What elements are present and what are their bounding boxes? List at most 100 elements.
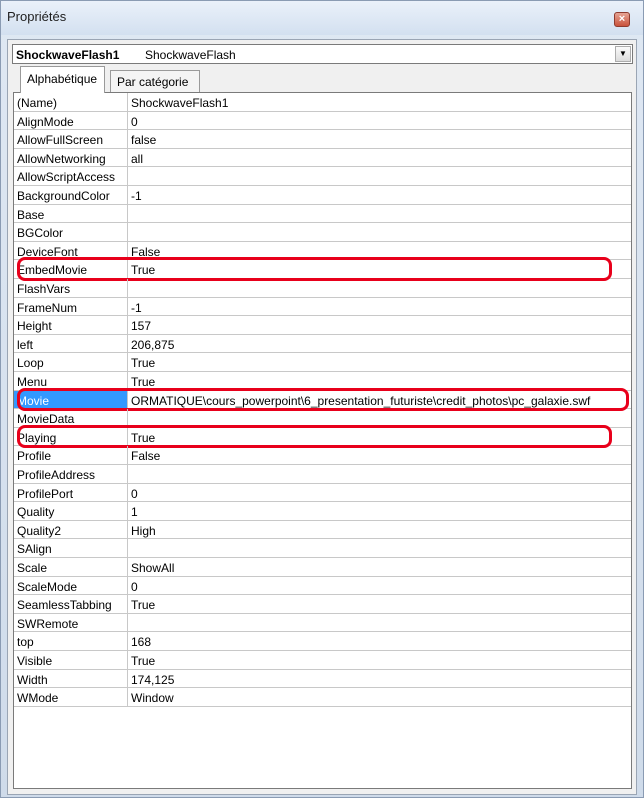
property-name[interactable]: Menu (14, 372, 128, 390)
property-row-movie[interactable]: Movie ORMATIQUE\cours_powerpoint\6_presen… (14, 390, 631, 410)
property-name[interactable]: FlashVars (14, 279, 128, 297)
property-value[interactable]: ORMATIQUE\cours_powerpoint\6_presentatio… (128, 391, 631, 409)
property-value[interactable]: True (128, 595, 631, 613)
property-row-base[interactable]: Base (14, 204, 631, 224)
property-name[interactable]: WMode (14, 688, 128, 706)
property-value[interactable] (128, 205, 631, 223)
property-row-height[interactable]: Height 157 (14, 316, 631, 335)
title-bar[interactable]: Propriétés × (1, 1, 643, 35)
tab-alphabetique[interactable]: Alphabétique (20, 66, 105, 93)
property-row-scale[interactable]: Scale ShowAll (14, 558, 631, 577)
property-row-width[interactable]: Width 174,125 (14, 669, 631, 689)
property-row-loop[interactable]: Loop True (14, 353, 631, 372)
property-value[interactable]: True (128, 428, 631, 446)
property-name[interactable]: Base (14, 204, 128, 223)
property-row-backgroundcolor[interactable]: BackgroundColor -1 (14, 186, 631, 205)
property-name[interactable]: AllowScriptAccess (14, 167, 128, 185)
property-value[interactable]: True (128, 260, 631, 278)
property-row-seamlesstabbing[interactable]: SeamlessTabbing True (14, 595, 631, 614)
property-value[interactable]: all (128, 149, 631, 167)
property-name[interactable]: AllowNetworking (14, 148, 128, 167)
property-name[interactable]: BGColor (14, 223, 128, 241)
property-row-alignmode[interactable]: AlignMode 0 (14, 111, 631, 131)
property-value[interactable]: 174,125 (128, 670, 631, 688)
property-value[interactable]: True (128, 353, 631, 371)
property-value[interactable]: 168 (128, 632, 631, 650)
tab-par-categorie[interactable]: Par catégorie (110, 70, 200, 92)
property-name[interactable]: ProfileAddress (14, 465, 128, 483)
property-value[interactable]: 0 (128, 112, 631, 130)
property-value[interactable]: True (128, 651, 631, 669)
property-row-profileaddress[interactable]: ProfileAddress (14, 465, 631, 484)
property-row-framenum[interactable]: FrameNum -1 (14, 297, 631, 317)
property-value[interactable] (128, 465, 631, 483)
property-name[interactable]: Movie (14, 390, 128, 409)
property-row-menu[interactable]: Menu True (14, 372, 631, 391)
property-name[interactable]: Width (14, 669, 128, 688)
property-value[interactable] (128, 614, 631, 632)
property-name[interactable]: Playing (14, 427, 128, 446)
property-name[interactable]: AlignMode (14, 111, 128, 130)
property-row-allownetworking[interactable]: AllowNetworking all (14, 148, 631, 168)
property-row-quality[interactable]: Quality 1 (14, 502, 631, 521)
property-name[interactable]: Loop (14, 353, 128, 371)
property-name[interactable]: SeamlessTabbing (14, 595, 128, 613)
property-name[interactable]: ProfilePort (14, 483, 128, 502)
property-value[interactable]: High (128, 521, 631, 539)
property-row-swremote[interactable]: SWRemote (14, 613, 631, 633)
property-value[interactable]: True (128, 372, 631, 390)
property-name[interactable]: Quality2 (14, 520, 128, 539)
property-row-moviedata[interactable]: MovieData (14, 409, 631, 428)
property-name[interactable]: SAlign (14, 539, 128, 557)
property-row-playing[interactable]: Playing True (14, 427, 631, 447)
property-row-flashvars[interactable]: FlashVars (14, 279, 631, 298)
object-selector[interactable]: ShockwaveFlash1 ShockwaveFlash ▼ (12, 44, 633, 64)
property-name[interactable]: Scale (14, 558, 128, 576)
property-name[interactable]: MovieData (14, 409, 128, 427)
property-value[interactable]: 157 (128, 316, 631, 334)
property-value[interactable]: -1 (128, 186, 631, 204)
property-row-profile[interactable]: Profile False (14, 446, 631, 465)
property-row-profileport[interactable]: ProfilePort 0 (14, 483, 631, 503)
property-row-name[interactable]: (Name) ShockwaveFlash1 (14, 93, 631, 112)
property-row-devicefont[interactable]: DeviceFont False (14, 241, 631, 261)
property-name[interactable]: AllowFullScreen (14, 130, 128, 148)
property-value[interactable]: False (128, 242, 631, 260)
property-row-scalemode[interactable]: ScaleMode 0 (14, 576, 631, 596)
property-row-salign[interactable]: SAlign (14, 539, 631, 558)
property-name[interactable]: left (14, 334, 128, 353)
property-row-wmode[interactable]: WMode Window (14, 688, 631, 707)
property-row-top[interactable]: top 168 (14, 632, 631, 651)
property-value[interactable]: ShowAll (128, 558, 631, 576)
property-name[interactable]: EmbedMovie (14, 260, 128, 278)
property-row-left[interactable]: left 206,875 (14, 334, 631, 354)
property-row-quality2[interactable]: Quality2 High (14, 520, 631, 540)
property-name[interactable]: (Name) (14, 93, 128, 111)
property-name[interactable]: Height (14, 316, 128, 334)
property-value[interactable] (128, 409, 631, 427)
property-name[interactable]: SWRemote (14, 613, 128, 632)
property-name[interactable]: Profile (14, 446, 128, 464)
close-icon[interactable]: × (614, 12, 630, 27)
property-value[interactable] (128, 167, 631, 185)
property-name[interactable]: BackgroundColor (14, 186, 128, 204)
property-name[interactable]: top (14, 632, 128, 650)
property-name[interactable]: FrameNum (14, 297, 128, 316)
property-row-allowscriptaccess[interactable]: AllowScriptAccess (14, 167, 631, 186)
property-value[interactable]: ShockwaveFlash1 (128, 93, 631, 111)
property-value[interactable]: 0 (128, 484, 631, 502)
property-name[interactable]: Visible (14, 651, 128, 669)
property-row-allowfullscreen[interactable]: AllowFullScreen false (14, 130, 631, 149)
property-row-embedmovie[interactable]: EmbedMovie True (14, 260, 631, 279)
property-value[interactable] (128, 539, 631, 557)
property-name[interactable]: DeviceFont (14, 241, 128, 260)
chevron-down-icon[interactable]: ▼ (615, 46, 631, 62)
property-row-visible[interactable]: Visible True (14, 651, 631, 670)
property-value[interactable] (128, 279, 631, 297)
property-row-bgcolor[interactable]: BGColor (14, 223, 631, 242)
property-value[interactable]: false (128, 130, 631, 148)
property-value[interactable]: Window (128, 688, 631, 706)
property-name[interactable]: ScaleMode (14, 576, 128, 595)
property-name[interactable]: Quality (14, 502, 128, 520)
property-value[interactable]: False (128, 446, 631, 464)
